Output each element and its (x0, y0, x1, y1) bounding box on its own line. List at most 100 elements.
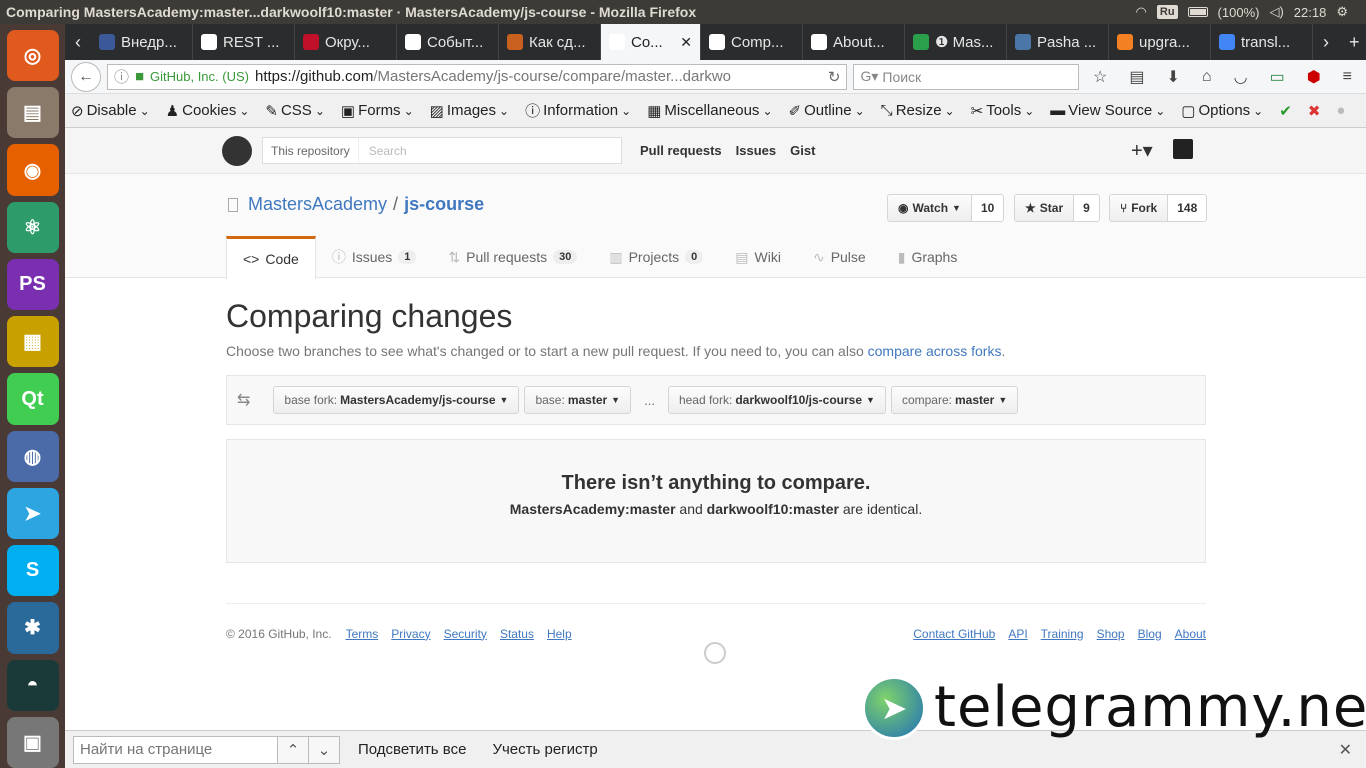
watch-count[interactable]: 10 (971, 194, 1005, 222)
devtool-outline-menu[interactable]: ✐ Outline ⌄ (789, 102, 865, 120)
devtool-miscellaneous-menu[interactable]: ▦ Miscellaneous ⌄ (647, 102, 772, 120)
devtool-options-menu[interactable]: ▢ Options ⌄ (1181, 102, 1263, 120)
devtool-view-source-menu[interactable]: ▬ View Source ⌄ (1050, 102, 1165, 119)
head-fork-select[interactable]: head fork: darkwoolf10/js-course ▼ (667, 386, 886, 414)
compare-across-forks-link[interactable]: compare across forks (868, 343, 1002, 359)
find-previous-icon[interactable]: ⌃ (278, 735, 309, 764)
tab-projects[interactable]: ▥ Projects 0 (593, 236, 719, 278)
launcher-firefox-icon[interactable]: ◉ (6, 144, 59, 196)
clock[interactable]: 22:18 (1294, 5, 1327, 20)
devtool-css-menu[interactable]: ✎ CSS ⌄ (265, 102, 324, 120)
github-logo-icon[interactable] (222, 136, 252, 166)
find-input[interactable] (73, 735, 278, 764)
close-tab-icon[interactable]: ✕ (680, 34, 692, 51)
info-icon[interactable]: ⓘ (114, 66, 129, 87)
base-branch-select[interactable]: base: master ▼ (524, 386, 632, 414)
footer-link-security[interactable]: Security (444, 627, 487, 641)
launcher-ubuntu-icon[interactable]: ◎ (6, 30, 59, 82)
footer-link-privacy[interactable]: Privacy (391, 627, 430, 641)
url-bar[interactable]: ⓘ ■ GitHub, Inc. (US) https://github.com… (106, 63, 848, 90)
reload-icon[interactable]: ↻ (828, 68, 841, 86)
pocket-icon[interactable]: ◡ (1226, 67, 1256, 87)
launcher-installer-icon[interactable]: ▣ (6, 716, 59, 768)
devtool-forms-menu[interactable]: ▣ Forms ⌄ (341, 102, 414, 120)
volume-icon[interactable]: ◁) (1269, 4, 1283, 20)
browser-tab[interactable]: REST ... (193, 24, 295, 60)
footer-link-training[interactable]: Training (1041, 627, 1084, 641)
menu-hamburger-icon[interactable]: ≡ (1335, 68, 1360, 86)
url-text[interactable]: https://github.com/MastersAcademy/js-cou… (255, 68, 822, 85)
tab-wiki[interactable]: ▤ Wiki (719, 236, 797, 278)
back-arrow-icon[interactable]: ← (71, 61, 101, 92)
browser-tab[interactable]: About... (803, 24, 905, 60)
devtool-resize-menu[interactable]: ⤡ Resize ⌄ (881, 102, 955, 119)
github-mark-icon[interactable] (704, 642, 726, 664)
browser-tab[interactable]: Окру... (295, 24, 397, 60)
launcher-skype-icon[interactable]: S (6, 545, 59, 597)
close-icon[interactable]: ✕ (1339, 740, 1358, 760)
find-next-icon[interactable]: ⌄ (309, 735, 340, 764)
footer-link-shop[interactable]: Shop (1097, 627, 1125, 641)
devtool-cookies-menu[interactable]: ♟ Cookies ⌄ (166, 102, 250, 120)
launcher-files-icon[interactable]: ▤ (6, 87, 59, 139)
footer-link-help[interactable]: Help (547, 627, 572, 641)
footer-link-contact-github[interactable]: Contact GitHub (913, 627, 995, 641)
swap-arrows-icon[interactable]: ⇆ (237, 390, 250, 410)
wifi-icon[interactable]: ◠ (1136, 4, 1147, 20)
star-count[interactable]: 9 (1074, 194, 1100, 222)
check-icon[interactable]: ✔ (1279, 102, 1292, 120)
tab-graphs[interactable]: ▮ Graphs (882, 236, 974, 278)
repo-search[interactable]: This repository Search (262, 137, 622, 164)
gear-icon[interactable]: ⚙ (1336, 4, 1348, 20)
footer-link-blog[interactable]: Blog (1138, 627, 1162, 641)
launcher-gitkraken-icon[interactable]: ◓ (6, 659, 59, 711)
tab-issues[interactable]: ⓘ Issues 1 (316, 236, 433, 278)
launcher-atom-icon[interactable]: ⚛ (6, 201, 59, 253)
fork-button[interactable]: ⑂ Fork (1109, 194, 1169, 222)
launcher-blocks-icon[interactable]: ▦ (6, 316, 59, 368)
devtool-disable-menu[interactable]: ⊘ Disable ⌄ (71, 102, 150, 120)
nav-pull-requests[interactable]: Pull requests (640, 143, 722, 158)
devtool-tools-menu[interactable]: ✂ Tools ⌄ (971, 102, 1035, 120)
repo-name-link[interactable]: js-course (404, 194, 484, 215)
avatar[interactable] (1173, 139, 1193, 159)
footer-link-terms[interactable]: Terms (346, 627, 379, 641)
error-icon[interactable]: ✖ (1308, 102, 1321, 120)
nav-issues[interactable]: Issues (736, 143, 776, 158)
nav-gist[interactable]: Gist (790, 143, 815, 158)
devtool-information-menu[interactable]: ⓘ Information ⌄ (525, 100, 631, 121)
launcher-eclipse-icon[interactable]: ◍ (6, 430, 59, 482)
search-field[interactable]: G▾ Поиск (853, 63, 1080, 90)
fork-count[interactable]: 148 (1168, 194, 1208, 222)
footer-link-status[interactable]: Status (500, 627, 534, 641)
launcher-telegram-icon[interactable]: ➤ (6, 487, 59, 540)
tab-code[interactable]: <> Code (226, 236, 316, 279)
status-icon[interactable]: ● (1336, 102, 1345, 119)
highlight-all-toggle[interactable]: Подсветить все (358, 741, 466, 758)
launcher-app-blue-icon[interactable]: ✱ (6, 602, 59, 654)
browser-tab[interactable]: Внедр... (91, 24, 193, 60)
browser-tab[interactable]: upgra... (1109, 24, 1211, 60)
tab-scroll-right-icon[interactable]: › (1313, 32, 1339, 53)
browser-tab[interactable]: ❶ Mas... (905, 24, 1007, 60)
search-engine-icon[interactable]: G▾ (860, 68, 878, 85)
adblock-icon[interactable]: ⬢ (1299, 67, 1329, 87)
keyboard-layout[interactable]: Ru (1156, 5, 1178, 19)
browser-tab[interactable]: Pasha ... (1007, 24, 1109, 60)
launcher-phpstorm-icon[interactable]: PS (6, 258, 59, 311)
repo-owner-link[interactable]: MastersAcademy (248, 194, 387, 215)
launcher-qt-icon[interactable]: Qt (6, 373, 59, 425)
search-input[interactable]: Search (359, 144, 407, 158)
screen-icon[interactable]: ▭ (1262, 67, 1293, 87)
browser-tab[interactable]: Как сд... (499, 24, 601, 60)
download-icon[interactable]: ⬇ (1159, 67, 1188, 87)
bookmark-star-icon[interactable]: ☆ (1085, 67, 1115, 87)
tab-pulse[interactable]: ∿ Pulse (797, 236, 882, 278)
browser-tab[interactable]: Comp... (701, 24, 803, 60)
tab-scroll-left-icon[interactable]: ‹ (65, 32, 91, 53)
browser-tab[interactable]: Событ... (397, 24, 499, 60)
footer-link-api[interactable]: API (1008, 627, 1027, 641)
home-icon[interactable]: ⌂ (1194, 68, 1220, 86)
battery-icon[interactable] (1187, 7, 1208, 17)
reading-list-icon[interactable]: ▤ (1121, 67, 1152, 87)
